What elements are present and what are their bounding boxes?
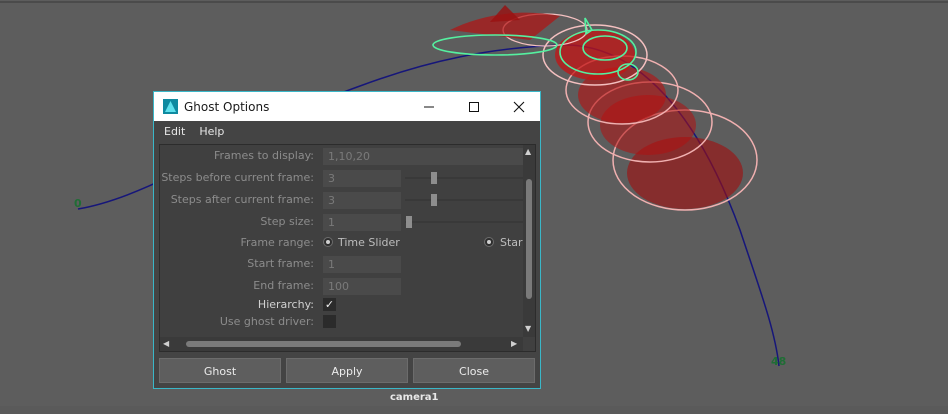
close-button[interactable]: Close [413, 358, 535, 383]
minimize-icon [424, 106, 434, 107]
maximize-button[interactable] [451, 92, 497, 121]
frame-range-start-end-radio[interactable] [484, 237, 494, 247]
steps-before-field[interactable]: 3 [323, 170, 401, 187]
steps-before-slider-handle[interactable] [431, 172, 437, 184]
close-icon [513, 101, 525, 112]
row-hierarchy: Hierarchy: ✓ [160, 296, 522, 314]
menu-bar: Edit Help [154, 121, 540, 142]
row-step-size: Step size: 1 [160, 213, 530, 231]
hierarchy-label: Hierarchy: [257, 298, 314, 311]
apply-button[interactable]: Apply [286, 358, 408, 383]
minimize-button[interactable] [406, 92, 452, 121]
row-steps-after: Steps after current frame: 3 [160, 191, 530, 209]
frame-range-time-slider-radio[interactable] [323, 237, 333, 247]
start-frame-field[interactable]: 1 [323, 256, 401, 273]
step-size-field[interactable]: 1 [323, 214, 401, 231]
row-steps-before: Steps before current frame: 3 [160, 169, 530, 187]
camera-label: camera1 [390, 392, 439, 403]
ghost-options-dialog: Ghost Options Edit Help Frames to displa… [153, 91, 541, 389]
horizontal-scroll-thumb[interactable] [186, 341, 461, 347]
end-frame-field[interactable]: 100 [323, 278, 401, 295]
scroll-left-arrow-icon[interactable]: ◀ [163, 340, 169, 348]
steps-after-field[interactable]: 3 [323, 192, 401, 209]
steps-after-label: Steps after current frame: [170, 193, 314, 206]
start-frame-label: Start frame: [247, 257, 314, 270]
close-window-button[interactable] [496, 92, 542, 121]
row-use-ghost-driver: Use ghost driver: [160, 313, 522, 331]
row-start-frame: Start frame: 1 [160, 255, 522, 273]
step-size-label: Step size: [260, 215, 314, 228]
maximize-icon [469, 101, 479, 112]
ghost-button[interactable]: Ghost [159, 358, 281, 383]
vertical-scroll-thumb[interactable] [526, 179, 532, 299]
scroll-down-arrow-icon[interactable]: ▼ [525, 325, 531, 333]
title-bar[interactable]: Ghost Options [154, 92, 540, 121]
steps-after-slider-handle[interactable] [431, 194, 437, 206]
use-ghost-driver-label: Use ghost driver: [219, 315, 314, 328]
vertical-scrollbar[interactable]: ▲ ▼ [523, 145, 535, 337]
row-frames-to-display: Frames to display: 1,10,20 [160, 147, 528, 165]
steps-after-slider[interactable] [405, 199, 530, 201]
row-frame-range: Frame range: Time Slider Star [160, 234, 523, 252]
maya-app-icon [163, 99, 178, 114]
options-scroll-panel[interactable]: Frames to display: 1,10,20 Steps before … [159, 144, 536, 352]
step-size-slider-handle[interactable] [406, 216, 412, 228]
steps-before-label: Steps before current frame: [161, 171, 314, 184]
row-end-frame: End frame: 100 [160, 277, 522, 295]
use-ghost-driver-checkbox[interactable] [323, 315, 336, 328]
frame-range-label: Frame range: [240, 236, 314, 249]
menu-help[interactable]: Help [199, 125, 224, 138]
scroll-right-arrow-icon[interactable]: ▶ [511, 340, 517, 348]
frame-start-label: 0 [74, 197, 82, 210]
menu-edit[interactable]: Edit [164, 125, 185, 138]
frame-range-time-slider-label: Time Slider [338, 236, 400, 249]
window-title: Ghost Options [184, 99, 270, 114]
scroll-up-arrow-icon[interactable]: ▲ [525, 148, 531, 156]
step-size-slider[interactable] [405, 221, 530, 223]
hierarchy-checkbox[interactable]: ✓ [323, 298, 336, 311]
frames-to-display-field[interactable]: 1,10,20 [323, 148, 528, 165]
frames-to-display-label: Frames to display: [213, 149, 314, 162]
end-frame-label: End frame: [253, 279, 314, 292]
frame-range-start-end-label: Star [500, 236, 523, 249]
horizontal-scrollbar[interactable]: ◀ ▶ [160, 337, 523, 351]
steps-before-slider[interactable] [405, 177, 530, 179]
frame-end-label: 48 [771, 355, 787, 368]
